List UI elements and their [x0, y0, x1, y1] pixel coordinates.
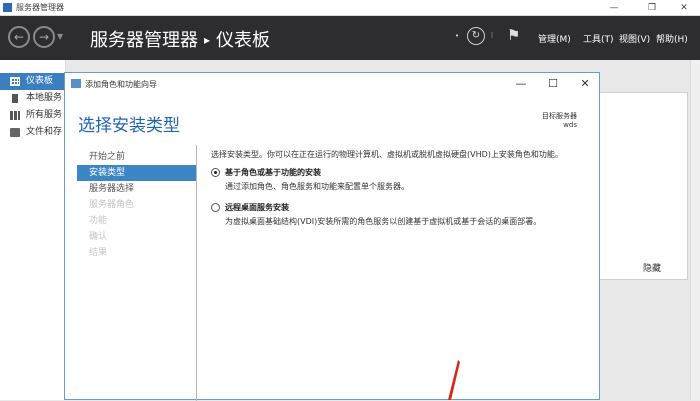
dialog-minimize-button[interactable]: — — [511, 76, 531, 92]
server-manager-app-icon — [3, 3, 12, 12]
window-title: 服务器管理器 — [16, 3, 64, 12]
arrow-right-icon: → — [38, 30, 50, 44]
dialog-maximize-button[interactable]: ☐ — [543, 76, 563, 92]
option-title: 基于角色或基于功能的安装 — [225, 168, 321, 177]
header-bar: ← → ▼ 服务器管理器 ▸ 仪表板 • ↻ | ⚑ 管理(M) 工具(T) 视图(… — [0, 16, 700, 60]
step-installation-type[interactable]: 安装类型 — [77, 165, 196, 181]
background-scrollbar[interactable] — [690, 60, 700, 400]
radio-remote-desktop[interactable] — [211, 203, 220, 212]
sidebar-item-dashboard[interactable]: 仪表板 — [0, 73, 65, 90]
dashboard-icon — [10, 77, 20, 86]
add-roles-wizard-dialog: 添加角色和功能向导 — ☐ ✕ 选择安装类型 目标服务器 wds 开始之前 安装… — [64, 72, 600, 401]
sidebar-item-file-storage[interactable]: 文件和存 — [0, 124, 65, 141]
option-description: 为虚拟桌面基础结构(VDI)安装所需的角色服务以创建基于虚拟机或基于会话的桌面部… — [225, 217, 542, 226]
option-title: 远程桌面服务安装 — [225, 203, 289, 212]
servers-icon — [10, 111, 20, 120]
breadcrumb: 服务器管理器 ▸ 仪表板 — [90, 26, 270, 52]
breadcrumb-separator-icon: ▸ — [204, 33, 211, 47]
step-server-roles: 服务器角色 — [89, 200, 135, 210]
divider — [196, 145, 197, 401]
step-results: 结果 — [89, 248, 108, 258]
wizard-steps: 开始之前 安装类型 服务器选择 服务器角色 功能 确认 结果 — [77, 149, 196, 261]
server-icon — [12, 94, 18, 103]
refresh-icon[interactable]: ↻ — [467, 27, 485, 45]
hide-link[interactable]: 隐藏 — [643, 261, 661, 274]
intro-text: 选择安装类型。你可以在正在运行的物理计算机、虚拟机或脱机虚拟硬盘(VHD)上安装… — [211, 150, 563, 159]
option-remote-desktop[interactable]: 远程桌面服务安装 为虚拟桌面基础结构(VDI)安装所需的角色服务以创建基于虚拟机… — [211, 202, 591, 227]
sidebar-item-local-server[interactable]: 本地服务 — [0, 90, 65, 107]
back-button[interactable]: ← — [8, 26, 30, 48]
dialog-title: 添加角色和功能向导 — [85, 80, 157, 89]
menu-tools[interactable]: 工具(T) — [583, 32, 614, 45]
installation-type-content: 选择安装类型。你可以在正在运行的物理计算机、虚拟机或脱机虚拟硬盘(VHD)上安装… — [211, 149, 591, 227]
sidebar-item-label: 所有服务 — [26, 110, 63, 120]
minimize-button[interactable]: — — [600, 0, 628, 16]
restore-button[interactable]: ❐ — [638, 0, 666, 16]
forward-button[interactable]: → — [33, 26, 55, 48]
step-server-selection[interactable]: 服务器选择 — [77, 181, 196, 197]
step-features: 功能 — [89, 216, 108, 226]
wizard-app-icon — [71, 79, 81, 88]
target-server-label: 目标服务器 — [542, 112, 577, 120]
dialog-close-button[interactable]: ✕ — [575, 76, 595, 92]
option-description: 通过添加角色、角色服务和功能来配置单个服务器。 — [225, 182, 409, 191]
radio-role-based[interactable] — [211, 168, 220, 177]
menu-manage[interactable]: 管理(M) — [538, 32, 571, 45]
flag-icon[interactable]: ⚑ — [507, 26, 520, 44]
target-server-value: wds — [563, 121, 577, 129]
sidebar-item-all-servers[interactable]: 所有服务 — [0, 107, 65, 124]
file-storage-icon — [10, 128, 20, 137]
sidebar-item-label: 仪表板 — [26, 76, 54, 86]
option-role-based[interactable]: 基于角色或基于功能的安装 通过添加角色、角色服务和功能来配置单个服务器。 — [211, 167, 591, 192]
dropdown-small-icon[interactable]: • — [455, 32, 459, 40]
dashboard-tile — [598, 92, 688, 280]
history-dropdown-icon[interactable]: ▼ — [57, 32, 63, 41]
step-confirmation: 确认 — [89, 232, 108, 242]
left-nav: 仪表板 本地服务 所有服务 文件和存 — [0, 60, 66, 400]
step-before-you-begin[interactable]: 开始之前 — [77, 149, 196, 165]
separator-icon: | — [491, 32, 494, 39]
arrow-left-icon: ← — [13, 30, 25, 44]
sidebar-item-label: 文件和存 — [26, 127, 63, 137]
breadcrumb-current: 仪表板 — [216, 30, 271, 51]
close-button[interactable]: ✕ — [670, 0, 698, 16]
menu-help[interactable]: 帮助(H) — [656, 32, 688, 45]
page-title: 选择安装类型 — [78, 116, 180, 136]
red-annotation-arrow-icon — [448, 360, 460, 400]
dialog-titlebar: 添加角色和功能向导 — ☐ ✕ — [65, 73, 599, 95]
outer-window-titlebar: 服务器管理器 — ❐ ✕ — [0, 0, 700, 16]
breadcrumb-root[interactable]: 服务器管理器 — [90, 30, 198, 51]
sidebar-item-label: 本地服务 — [26, 93, 63, 103]
menu-view[interactable]: 视图(V) — [619, 32, 650, 45]
